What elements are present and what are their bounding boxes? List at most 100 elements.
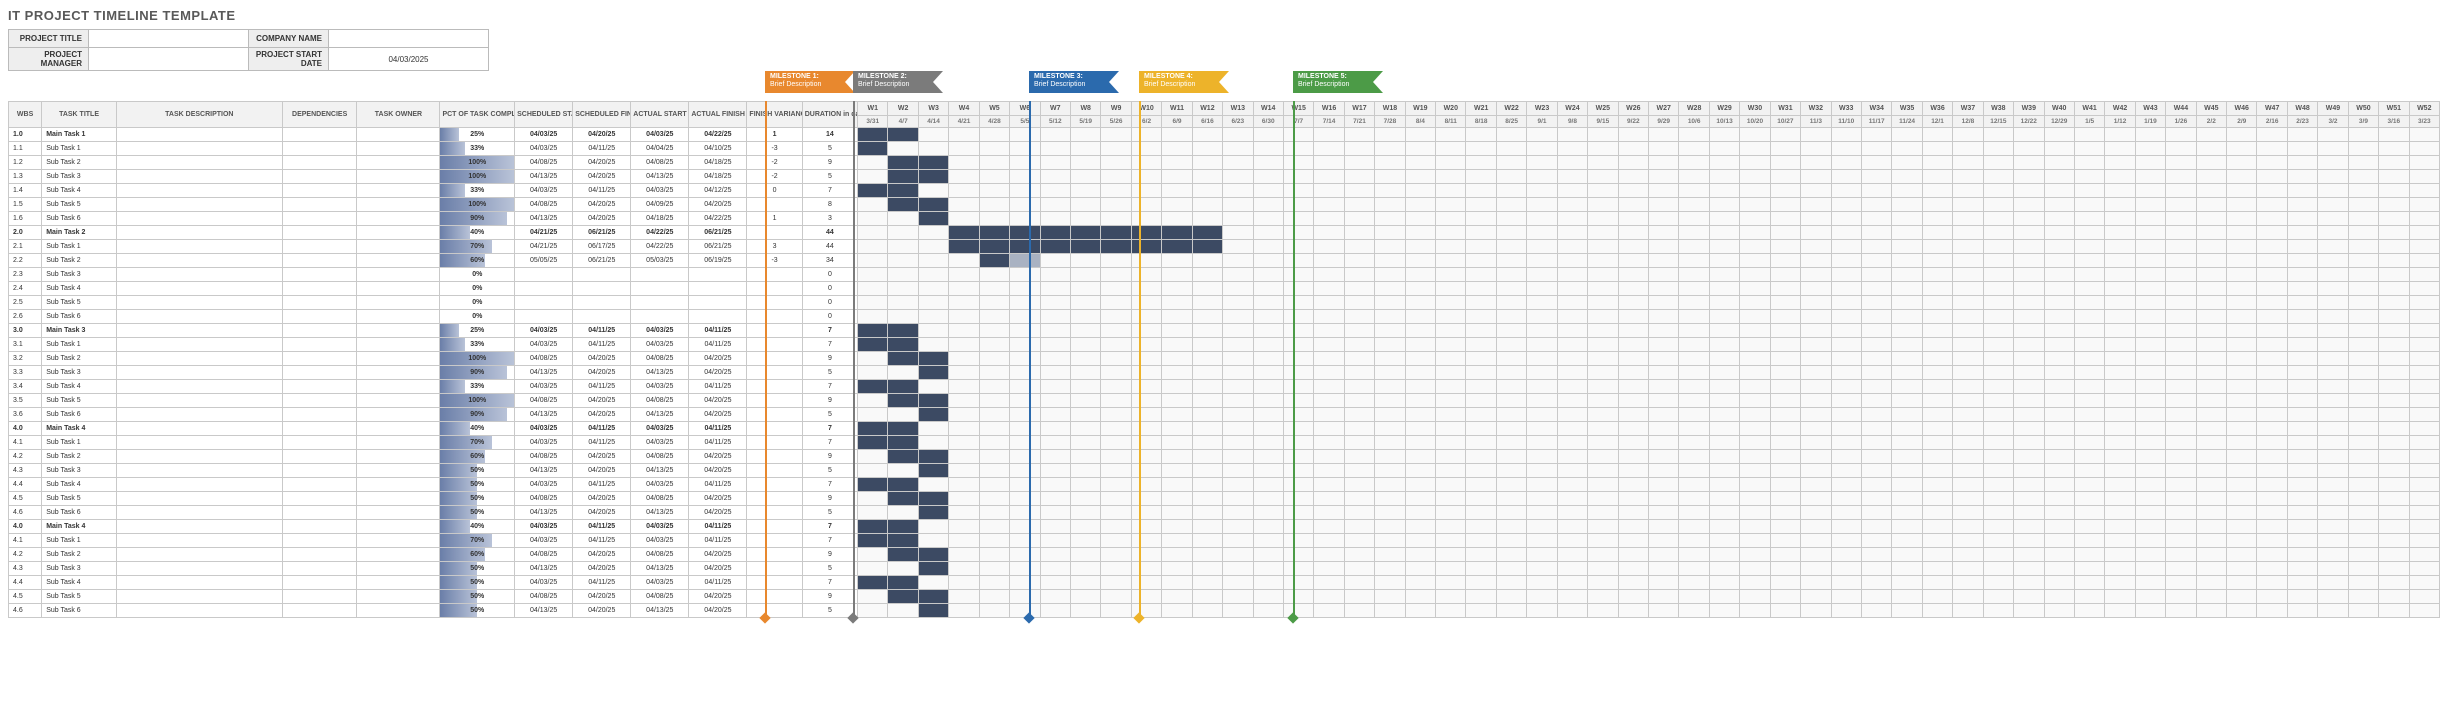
task-title-cell[interactable]: Sub Task 3 bbox=[42, 562, 117, 576]
sched-finish-cell[interactable]: 04/20/25 bbox=[573, 394, 631, 408]
sched-start-cell[interactable]: 04/13/25 bbox=[515, 366, 573, 380]
task-title-cell[interactable]: Sub Task 2 bbox=[42, 156, 117, 170]
actual-finish-cell[interactable]: 06/19/25 bbox=[689, 254, 747, 268]
owner-cell[interactable] bbox=[357, 548, 440, 562]
duration-cell[interactable]: 5 bbox=[802, 170, 857, 184]
duration-cell[interactable]: 7 bbox=[802, 324, 857, 338]
task-title-cell[interactable]: Sub Task 1 bbox=[42, 534, 117, 548]
pct-cell[interactable]: 0% bbox=[440, 268, 515, 282]
finish-var-cell[interactable] bbox=[747, 534, 802, 548]
task-title-cell[interactable]: Main Task 4 bbox=[42, 520, 117, 534]
pct-cell[interactable]: 40% bbox=[440, 422, 515, 436]
sched-finish-cell[interactable]: 04/11/25 bbox=[573, 534, 631, 548]
actual-finish-cell[interactable]: 04/20/25 bbox=[689, 492, 747, 506]
owner-cell[interactable] bbox=[357, 380, 440, 394]
wbs-cell[interactable]: 4.6 bbox=[9, 604, 42, 618]
owner-cell[interactable] bbox=[357, 128, 440, 142]
duration-cell[interactable]: 44 bbox=[802, 240, 857, 254]
actual-start-cell[interactable]: 04/08/25 bbox=[631, 450, 689, 464]
wbs-cell[interactable]: 4.0 bbox=[9, 520, 42, 534]
task-title-cell[interactable]: Sub Task 1 bbox=[42, 142, 117, 156]
sched-start-cell[interactable]: 04/08/25 bbox=[515, 156, 573, 170]
owner-cell[interactable] bbox=[357, 366, 440, 380]
sched-finish-cell[interactable]: 04/20/25 bbox=[573, 562, 631, 576]
sched-start-cell[interactable]: 04/21/25 bbox=[515, 240, 573, 254]
wbs-cell[interactable]: 3.5 bbox=[9, 394, 42, 408]
wbs-cell[interactable]: 2.6 bbox=[9, 310, 42, 324]
duration-cell[interactable]: 7 bbox=[802, 436, 857, 450]
duration-cell[interactable]: 7 bbox=[802, 478, 857, 492]
sched-finish-cell[interactable]: 04/20/25 bbox=[573, 352, 631, 366]
duration-cell[interactable]: 9 bbox=[802, 492, 857, 506]
sched-start-cell[interactable]: 04/03/25 bbox=[515, 422, 573, 436]
actual-start-cell[interactable] bbox=[631, 296, 689, 310]
sched-finish-cell[interactable] bbox=[573, 268, 631, 282]
sched-finish-cell[interactable]: 06/21/25 bbox=[573, 226, 631, 240]
wbs-cell[interactable]: 4.0 bbox=[9, 422, 42, 436]
task-title-cell[interactable]: Sub Task 5 bbox=[42, 492, 117, 506]
owner-cell[interactable] bbox=[357, 436, 440, 450]
finish-var-cell[interactable] bbox=[747, 548, 802, 562]
task-desc-cell[interactable] bbox=[116, 240, 282, 254]
wbs-cell[interactable]: 4.3 bbox=[9, 464, 42, 478]
finish-var-cell[interactable] bbox=[747, 436, 802, 450]
actual-finish-cell[interactable]: 04/11/25 bbox=[689, 436, 747, 450]
task-desc-cell[interactable] bbox=[116, 226, 282, 240]
actual-start-cell[interactable]: 04/08/25 bbox=[631, 156, 689, 170]
owner-cell[interactable] bbox=[357, 254, 440, 268]
project-start-date-value[interactable]: 04/03/2025 bbox=[329, 48, 489, 71]
sched-start-cell[interactable]: 04/03/25 bbox=[515, 576, 573, 590]
actual-finish-cell[interactable]: 04/11/25 bbox=[689, 576, 747, 590]
sched-start-cell[interactable]: 04/03/25 bbox=[515, 478, 573, 492]
finish-var-cell[interactable] bbox=[747, 520, 802, 534]
dep-cell[interactable] bbox=[282, 548, 357, 562]
duration-cell[interactable]: 7 bbox=[802, 576, 857, 590]
wbs-cell[interactable]: 2.3 bbox=[9, 268, 42, 282]
sched-start-cell[interactable]: 04/13/25 bbox=[515, 212, 573, 226]
task-desc-cell[interactable] bbox=[116, 212, 282, 226]
task-title-cell[interactable]: Sub Task 5 bbox=[42, 296, 117, 310]
actual-finish-cell[interactable]: 04/11/25 bbox=[689, 422, 747, 436]
actual-start-cell[interactable]: 04/03/25 bbox=[631, 338, 689, 352]
finish-var-cell[interactable]: 1 bbox=[747, 128, 802, 142]
task-title-cell[interactable]: Sub Task 3 bbox=[42, 464, 117, 478]
task-desc-cell[interactable] bbox=[116, 352, 282, 366]
sched-finish-cell[interactable]: 04/20/25 bbox=[573, 128, 631, 142]
actual-start-cell[interactable] bbox=[631, 268, 689, 282]
sched-finish-cell[interactable]: 04/20/25 bbox=[573, 604, 631, 618]
finish-var-cell[interactable] bbox=[747, 268, 802, 282]
sched-start-cell[interactable]: 04/08/25 bbox=[515, 450, 573, 464]
actual-finish-cell[interactable] bbox=[689, 282, 747, 296]
actual-start-cell[interactable] bbox=[631, 282, 689, 296]
dep-cell[interactable] bbox=[282, 226, 357, 240]
dep-cell[interactable] bbox=[282, 310, 357, 324]
actual-finish-cell[interactable]: 04/20/25 bbox=[689, 450, 747, 464]
dep-cell[interactable] bbox=[282, 436, 357, 450]
task-title-cell[interactable]: Main Task 2 bbox=[42, 226, 117, 240]
sched-finish-cell[interactable]: 04/20/25 bbox=[573, 492, 631, 506]
duration-cell[interactable]: 9 bbox=[802, 590, 857, 604]
dep-cell[interactable] bbox=[282, 576, 357, 590]
task-desc-cell[interactable] bbox=[116, 408, 282, 422]
duration-cell[interactable]: 5 bbox=[802, 464, 857, 478]
task-title-cell[interactable]: Sub Task 6 bbox=[42, 604, 117, 618]
sched-finish-cell[interactable]: 04/11/25 bbox=[573, 324, 631, 338]
dep-cell[interactable] bbox=[282, 254, 357, 268]
duration-cell[interactable]: 0 bbox=[802, 310, 857, 324]
pct-cell[interactable]: 60% bbox=[440, 450, 515, 464]
finish-var-cell[interactable] bbox=[747, 338, 802, 352]
actual-finish-cell[interactable]: 04/22/25 bbox=[689, 128, 747, 142]
sched-start-cell[interactable]: 04/21/25 bbox=[515, 226, 573, 240]
wbs-cell[interactable]: 4.2 bbox=[9, 548, 42, 562]
finish-var-cell[interactable] bbox=[747, 506, 802, 520]
duration-cell[interactable]: 3 bbox=[802, 212, 857, 226]
task-title-cell[interactable]: Sub Task 4 bbox=[42, 282, 117, 296]
pct-cell[interactable]: 70% bbox=[440, 240, 515, 254]
task-desc-cell[interactable] bbox=[116, 296, 282, 310]
dep-cell[interactable] bbox=[282, 366, 357, 380]
pct-cell[interactable]: 50% bbox=[440, 506, 515, 520]
actual-start-cell[interactable]: 04/08/25 bbox=[631, 394, 689, 408]
owner-cell[interactable] bbox=[357, 170, 440, 184]
wbs-cell[interactable]: 4.6 bbox=[9, 506, 42, 520]
finish-var-cell[interactable]: 1 bbox=[747, 212, 802, 226]
